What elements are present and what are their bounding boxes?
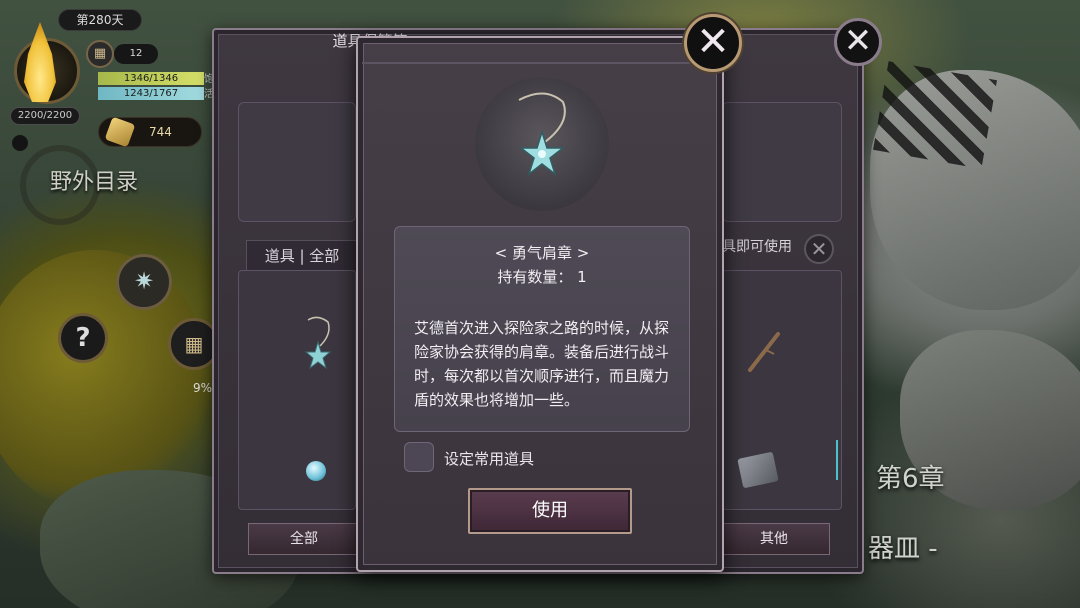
- chapter-title: 第6章: [876, 464, 945, 494]
- close-icon[interactable]: ✕: [684, 14, 742, 72]
- item-quantity: 持有数量： 1: [394, 266, 690, 287]
- scrollbar[interactable]: [836, 440, 838, 480]
- day-counter: 第280天: [58, 9, 142, 31]
- mp-bar: 1243/1767: [98, 87, 204, 100]
- quantity-label: 持有数量：: [497, 268, 573, 286]
- close-icon[interactable]: ✕: [834, 18, 882, 66]
- dark-branches: [873, 61, 997, 169]
- gear-node-icon[interactable]: ✷: [116, 254, 172, 310]
- pendant-icon[interactable]: [300, 316, 336, 372]
- calendar-count: 12: [114, 44, 158, 64]
- equip-slot-right[interactable]: [722, 102, 842, 222]
- status-dot: [12, 135, 28, 151]
- tab-items-all[interactable]: 道具 | 全部: [246, 240, 358, 270]
- pendant-icon: [518, 92, 566, 177]
- quantity-value: 1: [577, 268, 587, 286]
- tab-other[interactable]: 其他: [718, 523, 830, 555]
- tab-all[interactable]: 全部: [248, 523, 360, 555]
- branch-item-icon[interactable]: [744, 330, 784, 374]
- calendar-icon[interactable]: ▦: [86, 40, 114, 68]
- help-button[interactable]: ?: [58, 313, 108, 363]
- progress-percent: 9%: [193, 381, 213, 395]
- item-grid-left: [238, 270, 356, 510]
- close-icon[interactable]: ✕: [804, 234, 834, 264]
- use-hint-text: 具即可使用: [722, 239, 792, 255]
- chapter-subtitle: 器皿 -: [868, 534, 938, 564]
- favorite-checkbox[interactable]: [404, 442, 434, 472]
- item-name: < 勇气肩章 >: [494, 244, 590, 262]
- divider: [362, 62, 718, 64]
- field-directory-label[interactable]: 野外目录: [50, 164, 138, 196]
- favorite-label[interactable]: 设定常用道具: [444, 448, 534, 469]
- hp-bar: 1346/1346: [98, 72, 204, 85]
- equip-slot-left[interactable]: [238, 102, 356, 222]
- item-description: 艾德首次进入探险家之路的时候，从探险家协会获得的肩章。装备后进行战斗时，每次都以…: [414, 319, 670, 409]
- stamina-value: 2200/2200: [10, 107, 80, 125]
- orb-item-icon[interactable]: [306, 461, 326, 481]
- use-button[interactable]: 使用: [468, 488, 632, 534]
